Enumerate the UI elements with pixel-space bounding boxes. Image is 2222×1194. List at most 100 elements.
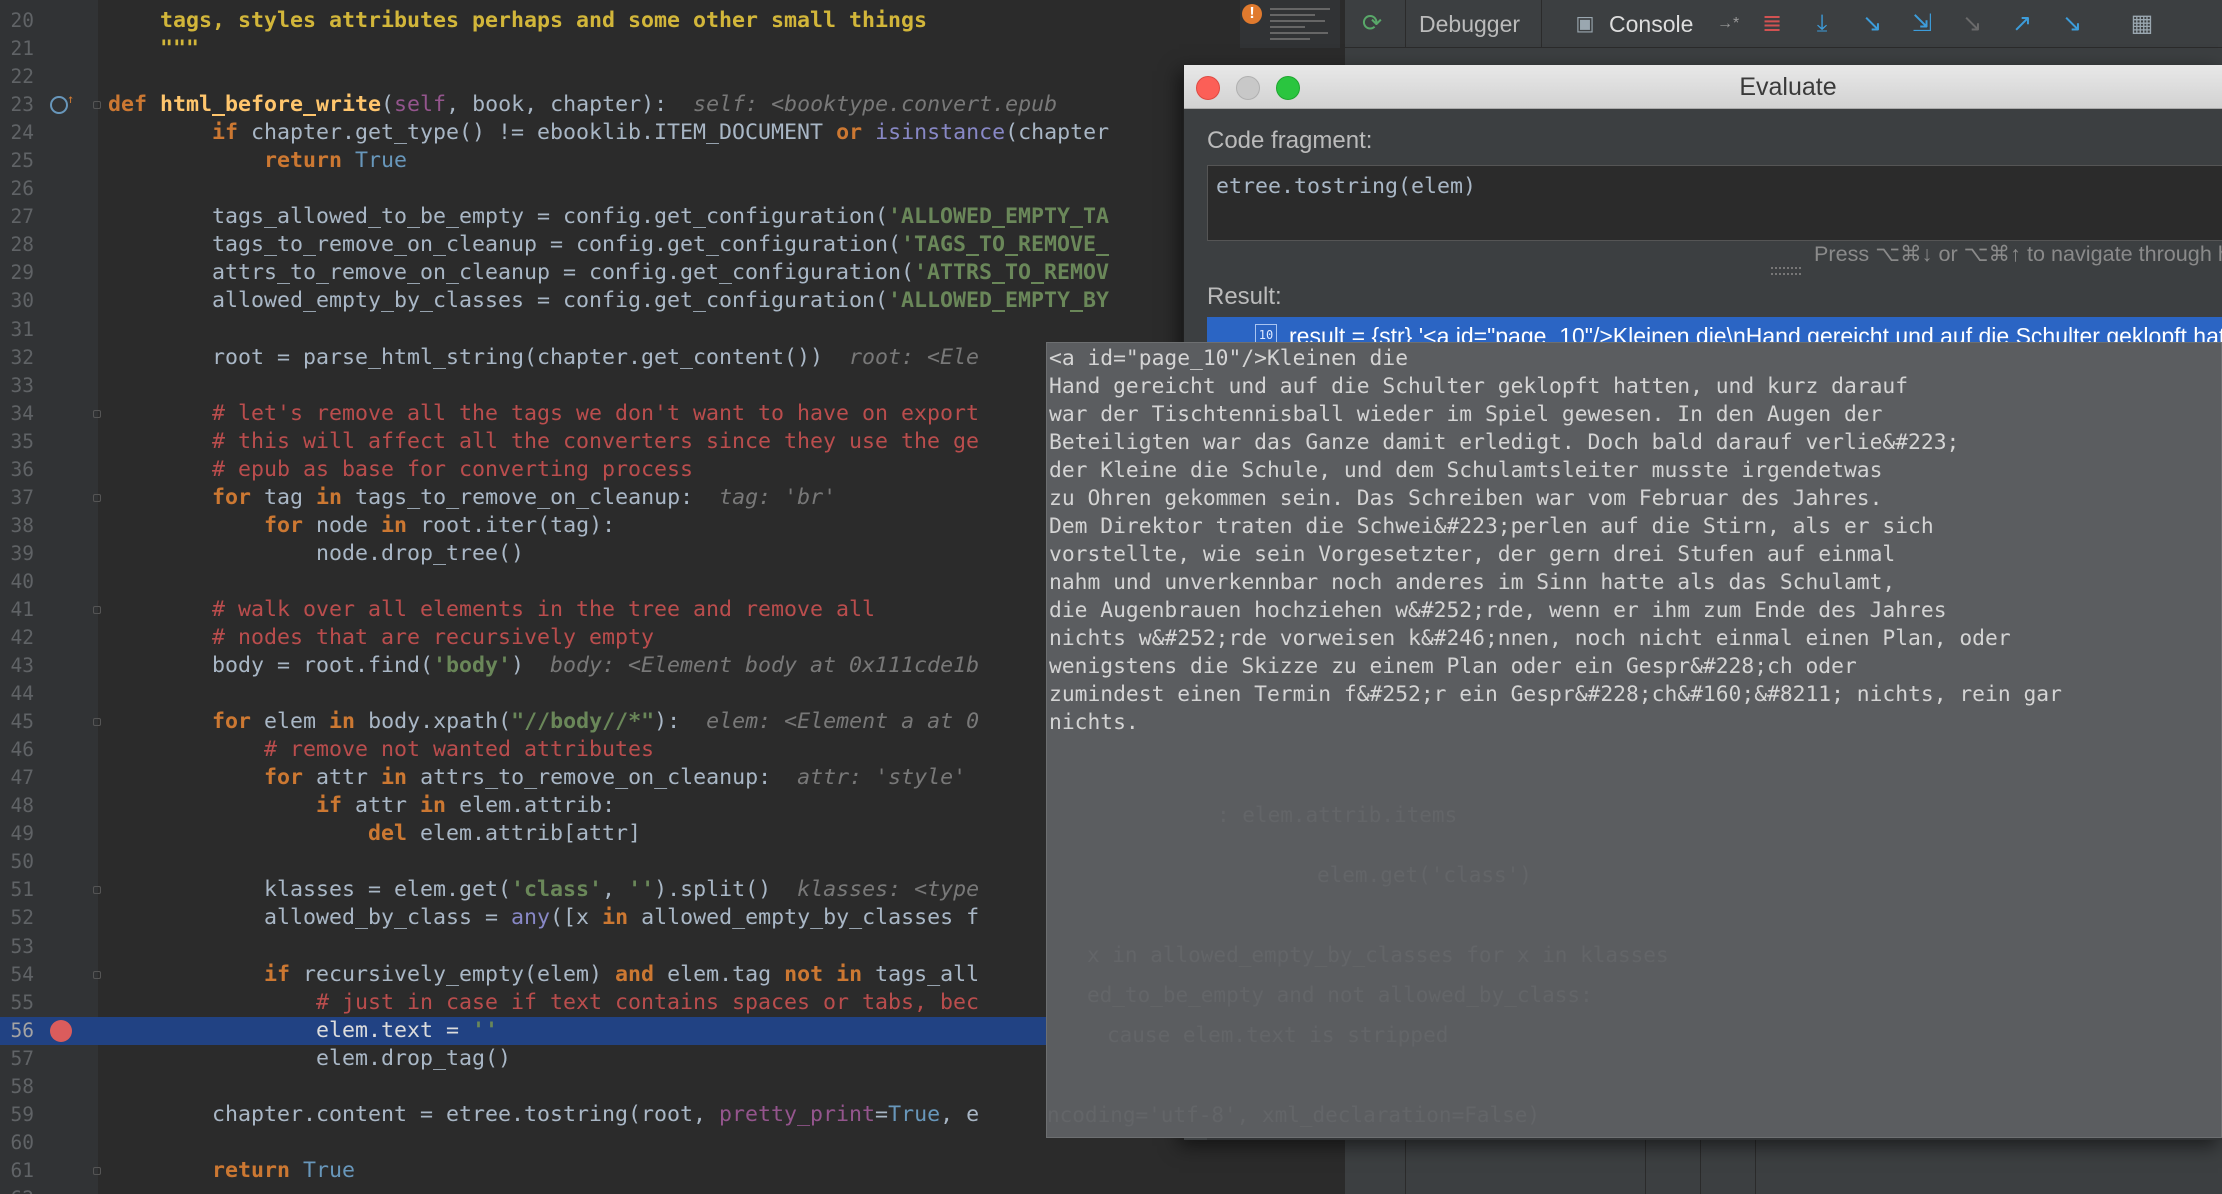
fold-marker-icon[interactable] [93,886,101,895]
warning-icon[interactable]: ! [1242,4,1262,24]
code-line[interactable]: tags, styles attributes perhaps and some… [108,7,927,35]
line-number[interactable]: 37 [0,484,34,512]
code-line[interactable]: for elem in body.xpath("//body//*"): ele… [108,708,979,736]
breakpoint-icon[interactable] [50,1019,72,1042]
line-number[interactable]: 60 [0,1129,34,1157]
code-line[interactable]: # epub as base for converting process [108,456,693,484]
line-number[interactable]: 56 [0,1017,34,1045]
show-execution-point-icon[interactable]: ≣ [1757,8,1787,38]
code-line[interactable]: chapter.content = etree.tostring(root, p… [108,1101,979,1129]
line-number[interactable]: 23 [0,91,34,119]
code-line[interactable]: root = parse_html_string(chapter.get_con… [108,344,979,372]
line-number[interactable]: 20 [0,7,34,35]
dialog-title-bar[interactable]: Evaluate [1184,65,2222,109]
code-line[interactable]: # just in case if text contains spaces o… [108,989,979,1017]
line-number[interactable]: 32 [0,344,34,372]
line-number[interactable]: 24 [0,119,34,147]
fold-marker-icon[interactable] [93,718,101,727]
step-over-icon[interactable]: ⤓ [1807,8,1837,38]
line-number[interactable]: 25 [0,147,34,175]
line-number[interactable]: 61 [0,1157,34,1185]
line-number[interactable]: 27 [0,203,34,231]
line-number[interactable]: 47 [0,764,34,792]
code-line[interactable]: def html_before_write(self, book, chapte… [108,91,1057,119]
step-out-icon[interactable]: ↗ [2007,8,2037,38]
fold-marker-icon[interactable] [93,605,101,614]
code-line[interactable]: """ [108,35,199,63]
code-line[interactable]: for node in root.iter(tag): [108,512,615,540]
rerun-icon[interactable]: ⟳ [1357,8,1387,38]
tab-console[interactable]: Console [1609,8,1693,40]
code-line[interactable]: for attr in attrs_to_remove_on_cleanup: … [108,764,966,792]
line-number[interactable]: 54 [0,961,34,989]
fold-marker-icon[interactable] [93,970,101,979]
line-number[interactable]: 44 [0,680,34,708]
evaluate-expression-icon[interactable]: ▦ [2127,8,2157,38]
line-number[interactable]: 26 [0,175,34,203]
code-line[interactable]: return True [108,147,407,175]
line-number[interactable]: 50 [0,848,34,876]
line-number[interactable]: 21 [0,35,34,63]
editor-minimap[interactable]: ! [1240,0,1340,48]
code-line[interactable]: # let's remove all the tags we don't wan… [108,400,979,428]
line-number[interactable]: 29 [0,259,34,287]
line-number[interactable]: 41 [0,596,34,624]
line-number[interactable]: 48 [0,792,34,820]
fold-marker-icon[interactable] [93,493,101,502]
tab-debugger[interactable]: Debugger [1419,8,1520,40]
fold-marker-icon[interactable] [93,101,101,110]
code-line[interactable]: elem.drop_tag() [108,1045,511,1073]
line-number[interactable]: 39 [0,540,34,568]
code-line[interactable]: allowed_empty_by_classes = config.get_co… [108,287,1109,315]
line-number[interactable]: 36 [0,456,34,484]
splitter-handle[interactable] [1771,267,1801,275]
line-number[interactable]: 43 [0,652,34,680]
fold-marker-icon[interactable] [93,1166,101,1175]
code-line[interactable]: elem.text = '' [108,1017,498,1045]
line-number[interactable]: 38 [0,512,34,540]
line-number[interactable]: 22 [0,63,34,91]
code-line[interactable]: attrs_to_remove_on_cleanup = config.get_… [108,259,1109,287]
line-number[interactable]: 30 [0,287,34,315]
code-line[interactable]: tags_allowed_to_be_empty = config.get_co… [108,203,1109,231]
force-step-into-icon[interactable]: ⇲ [1907,8,1937,38]
code-line[interactable]: if chapter.get_type() != ebooklib.ITEM_D… [108,119,1109,147]
line-number[interactable]: 53 [0,933,34,961]
line-number[interactable]: 35 [0,428,34,456]
code-line[interactable]: if recursively_empty(elem) and elem.tag … [108,961,979,989]
fold-marker-icon[interactable] [93,409,101,418]
line-number[interactable]: 46 [0,736,34,764]
step-into-icon[interactable]: ↘ [1857,8,1887,38]
line-number[interactable]: 58 [0,1073,34,1101]
code-line[interactable]: # remove not wanted attributes [108,736,654,764]
code-line[interactable]: allowed_by_class = any([x in allowed_emp… [108,904,979,932]
line-number[interactable]: 59 [0,1101,34,1129]
code-line[interactable]: for tag in tags_to_remove_on_cleanup: ta… [108,484,836,512]
line-number[interactable]: 51 [0,876,34,904]
line-number[interactable]: 49 [0,820,34,848]
code-line[interactable]: # this will affect all the converters si… [108,428,979,456]
line-number[interactable]: 45 [0,708,34,736]
code-line[interactable]: node.drop_tree() [108,540,524,568]
code-line[interactable]: tags_to_remove_on_cleanup = config.get_c… [108,231,1109,259]
code-line[interactable]: body = root.find('body') body: <Element … [108,652,979,680]
line-number[interactable]: 33 [0,372,34,400]
line-number[interactable]: 42 [0,624,34,652]
line-number[interactable]: 31 [0,316,34,344]
line-number[interactable]: 52 [0,904,34,932]
line-number-gutter[interactable]: 20 21 22 ↑ 23 24 25 26 27 28 29 30 31 32 33 34 35 36 37 38 3… [0,0,98,1194]
code-line[interactable]: return True [108,1157,355,1185]
code-fragment-input[interactable]: etree.tostring(elem) [1207,165,2222,241]
line-number[interactable]: 40 [0,568,34,596]
line-number[interactable]: 57 [0,1045,34,1073]
code-line[interactable]: klasses = elem.get('class', '').split() … [108,876,979,904]
code-line[interactable]: # walk over all elements in the tree and… [108,596,875,624]
code-line[interactable]: del elem.attrib[attr] [108,820,641,848]
line-number[interactable]: 62 [0,1185,34,1194]
code-line[interactable]: # nodes that are recursively empty [108,624,654,652]
line-number[interactable]: 55 [0,989,34,1017]
code-line[interactable]: if attr in elem.attrib: [108,792,615,820]
line-number[interactable]: 28 [0,231,34,259]
run-to-cursor-icon[interactable]: ↘ [2057,8,2087,38]
overrides-method-icon[interactable] [50,96,68,115]
